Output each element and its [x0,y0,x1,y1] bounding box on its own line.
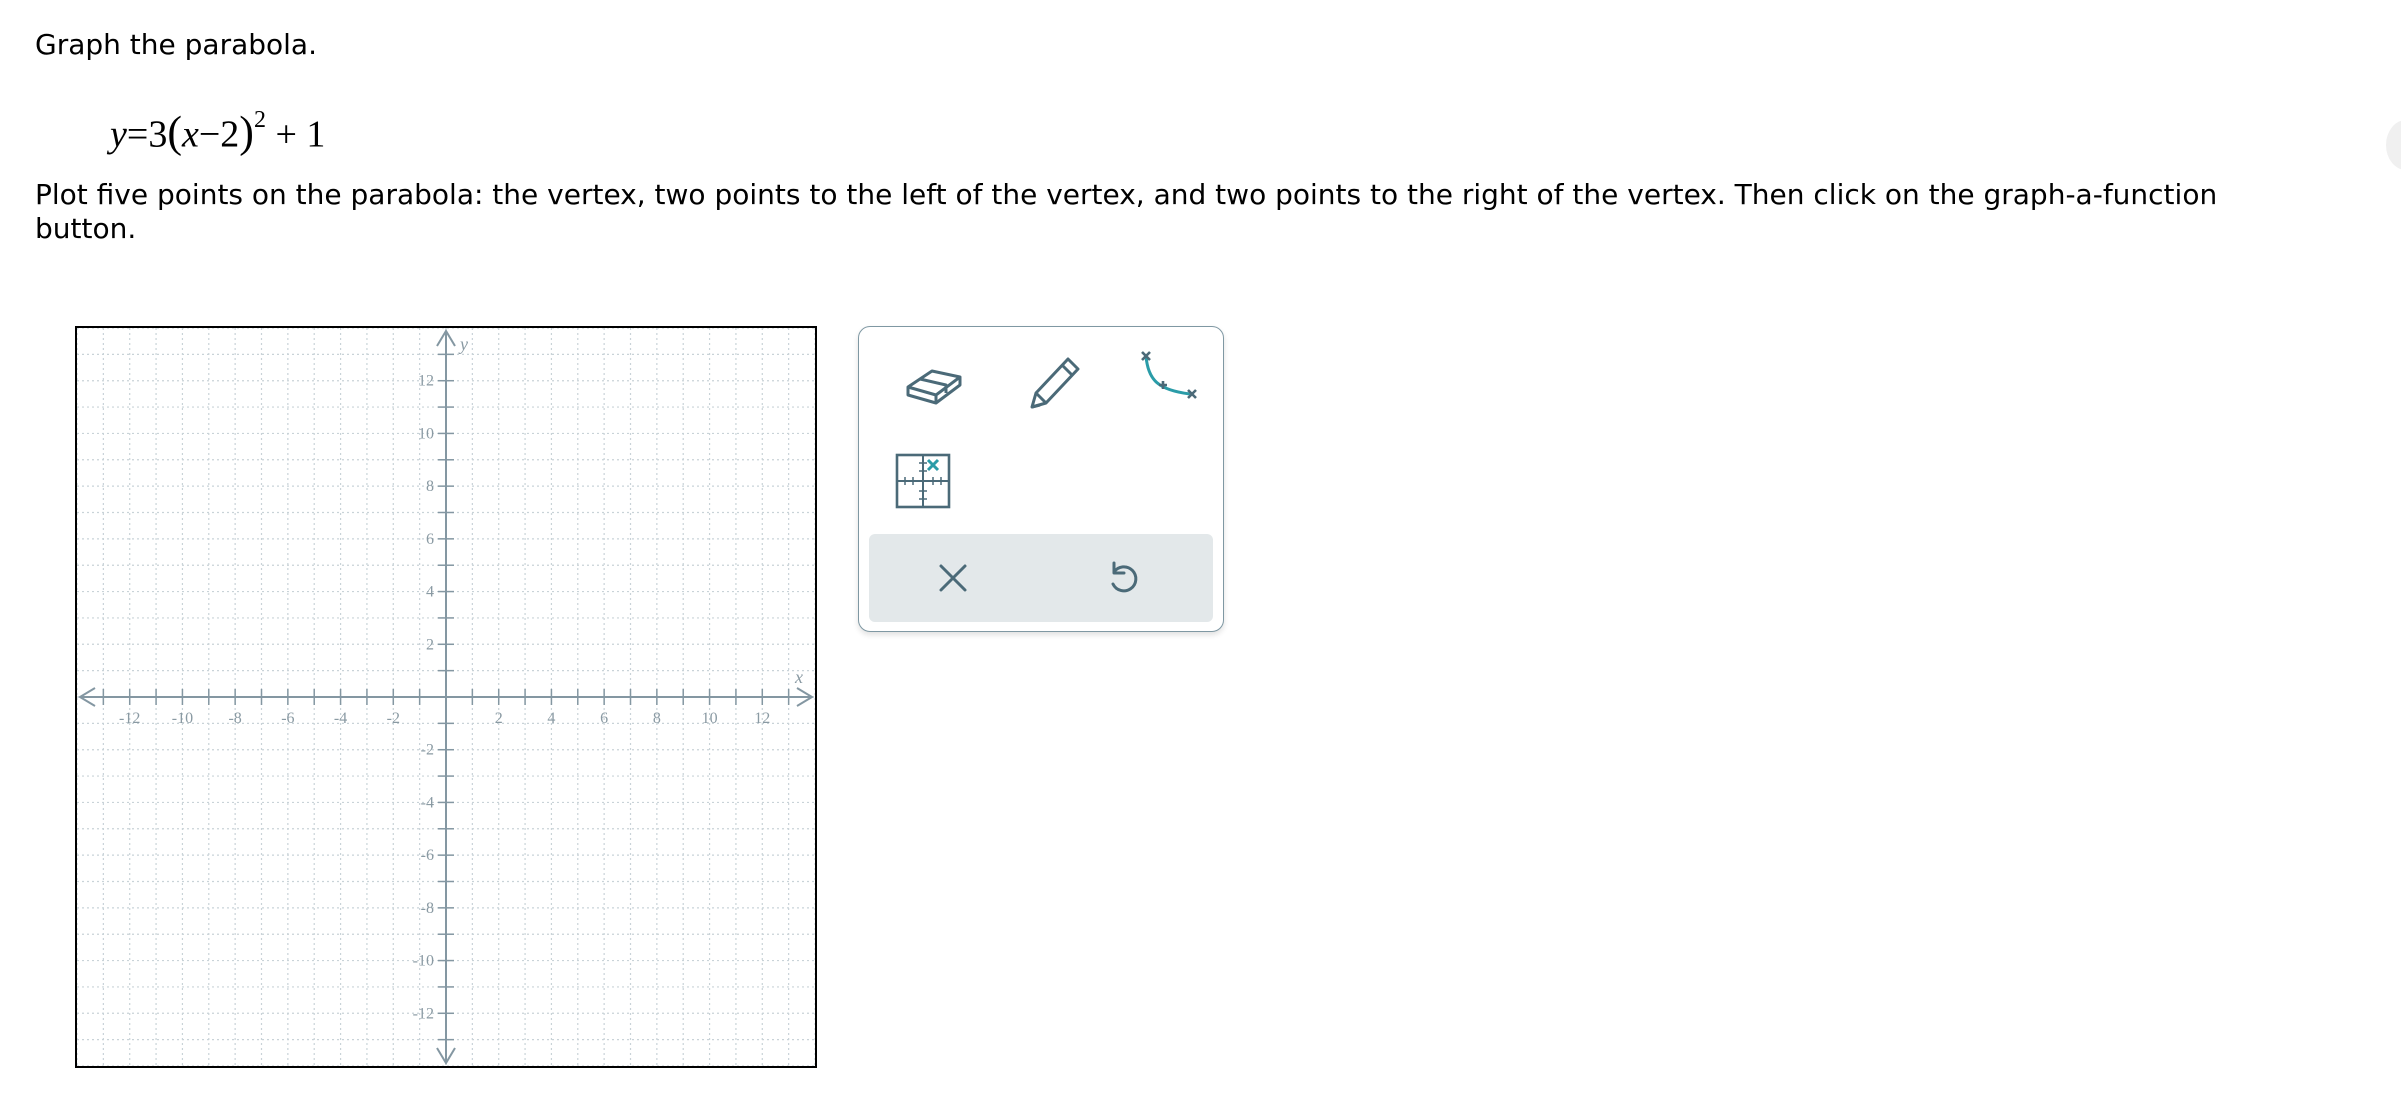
parabola-equation: y=3(x−2)2 + 1 [110,100,325,160]
y-tick-label: 4 [426,584,434,601]
y-tick-label: -8 [421,900,434,917]
equation-coefficient: 3 [148,113,168,156]
equation-close-paren: ) [239,107,254,157]
y-tick-label: -2 [421,742,434,759]
graph-function-tool-button[interactable] [1129,341,1209,421]
clear-icon [939,564,967,592]
x-tick-label: -6 [281,710,294,727]
eraser-tool-button[interactable] [894,341,974,421]
x-tick-label: 6 [600,710,608,727]
eraser-icon [906,369,962,405]
x-tick-label: 12 [754,710,770,727]
x-tick-label: -10 [172,710,193,727]
x-axis-label: x [794,667,803,687]
x-tick-label: -12 [119,710,140,727]
equation-x: x [181,113,199,156]
equation-minus: − [198,113,221,156]
y-tick-label: -12 [413,1005,434,1022]
equation-y: y [110,113,127,156]
side-panel-handle[interactable] [2386,120,2401,170]
y-tick-label: 8 [426,478,434,495]
y-tick-label: 10 [418,425,434,442]
graph-function-icon [1141,351,1197,399]
undo-icon [1111,561,1138,593]
x-tick-label: -4 [334,710,347,727]
x-tick-label: 4 [547,710,555,727]
y-tick-label: 2 [426,636,434,653]
equation-plus: + [275,113,297,156]
x-tick-label: -2 [387,710,400,727]
axes [78,329,814,1065]
undo-button[interactable] [1094,548,1154,608]
clear-button[interactable] [923,548,983,608]
coordinate-plane[interactable]: -12 -10 -8 -6 -4 -2 2 4 6 8 10 12 12 10 8 6 4 2 -2 -4 -6 -8 -1… [77,328,815,1066]
pencil-icon [1030,357,1080,409]
x-tick-label: 2 [495,710,503,727]
equation-h: 2 [220,113,240,156]
equation-k: 1 [306,113,326,156]
graph-toolbox [858,326,1224,632]
instructions-text: Plot five points on the parabola: the ve… [35,178,2218,245]
grid-point-tool-button[interactable] [883,441,963,521]
toolbox-action-bar [869,534,1213,622]
y-tick-label: -10 [413,953,434,970]
y-tick-label: 12 [418,373,434,390]
y-tick-label: -4 [421,794,434,811]
equation-open-paren: ( [167,107,182,157]
grid-point-icon [895,453,951,509]
y-axis-label: y [458,334,468,354]
graph-canvas[interactable]: -12 -10 -8 -6 -4 -2 2 4 6 8 10 12 12 10 8 6 4 2 -2 -4 -6 -8 -1… [75,326,817,1068]
equation-equals: = [126,113,149,156]
pencil-tool-button[interactable] [1014,341,1094,421]
x-tick-label: 8 [653,710,661,727]
x-tick-label: 10 [702,710,718,727]
x-tick-label: -8 [228,710,241,727]
equation-exponent: 2 [253,107,266,133]
prompt-heading: Graph the parabola. [35,28,317,61]
tick-labels: -12 -10 -8 -6 -4 -2 2 4 6 8 10 12 12 10 8 6 4 2 -2 -4 -6 -8 -1… [119,334,803,1022]
y-tick-label: 6 [426,531,434,548]
y-tick-label: -6 [421,847,434,864]
